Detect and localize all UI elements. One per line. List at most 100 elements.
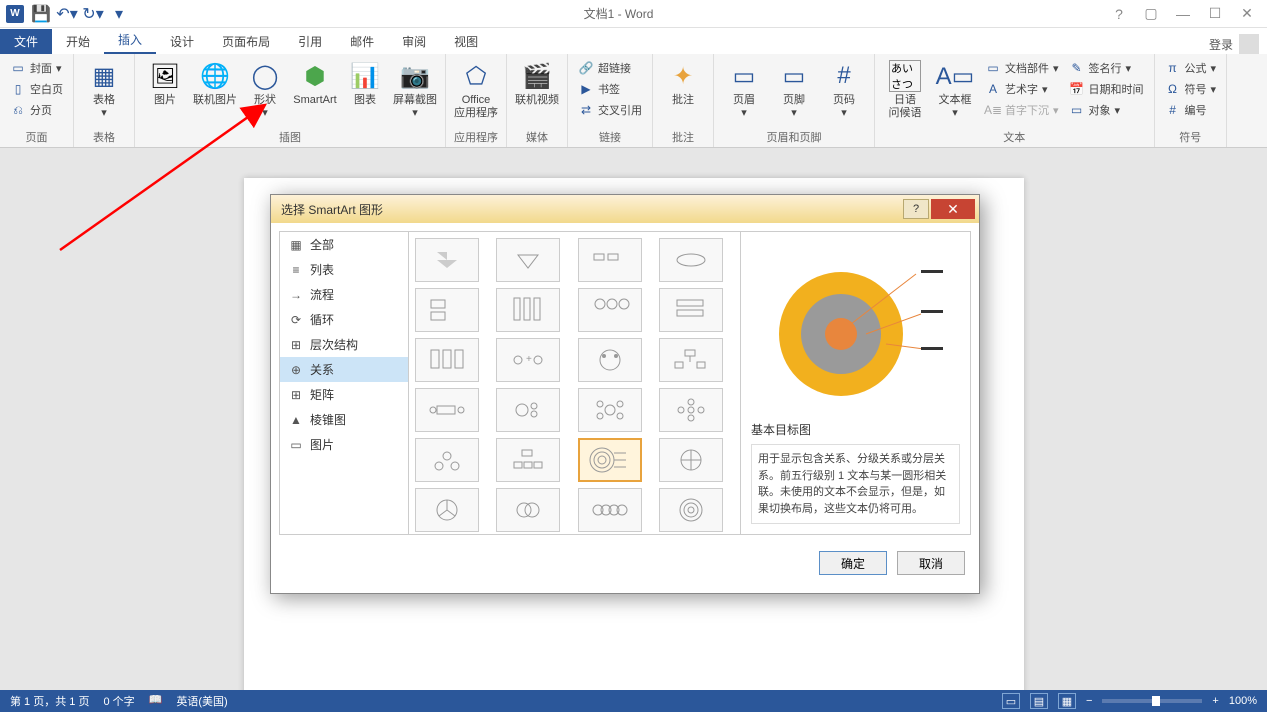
thumb[interactable] [659, 388, 723, 432]
dialog-help-button[interactable]: ? [903, 199, 929, 219]
thumb[interactable] [659, 338, 723, 382]
datetime-button[interactable]: 📅日期和时间 [1065, 79, 1148, 99]
chart-button[interactable]: 📊图表 [341, 58, 389, 109]
zoom-level[interactable]: 100% [1229, 695, 1257, 707]
thumb[interactable] [578, 338, 642, 382]
tab-design[interactable]: 设计 [156, 29, 208, 54]
cat-relationship[interactable]: ⊕关系 [280, 357, 408, 382]
cancel-button[interactable]: 取消 [897, 551, 965, 575]
thumb[interactable] [659, 238, 723, 282]
tab-review[interactable]: 审阅 [388, 29, 440, 54]
crossref-button[interactable]: ⇄交叉引用 [574, 100, 646, 120]
thumb[interactable] [496, 438, 560, 482]
save-icon[interactable]: 💾 [30, 3, 52, 25]
tab-file[interactable]: 文件 [0, 29, 52, 54]
thumb[interactable] [578, 488, 642, 532]
office-apps-button[interactable]: ⬠Office 应用程序 [452, 58, 500, 122]
hyperlink-button[interactable]: 🔗超链接 [574, 58, 646, 78]
cat-list[interactable]: ≡列表 [280, 257, 408, 282]
zoom-slider[interactable] [1102, 699, 1202, 703]
thumb[interactable] [659, 488, 723, 532]
tab-insert[interactable]: 插入 [104, 27, 156, 54]
number-button[interactable]: #编号 [1161, 100, 1221, 120]
equation-button[interactable]: π公式 ▾ [1161, 58, 1221, 78]
bookmark-button[interactable]: ▶书签 [574, 79, 646, 99]
footer-button[interactable]: ▭页脚▾ [770, 58, 818, 122]
screenshot-button[interactable]: 📷屏幕截图▾ [391, 58, 439, 122]
view-read-icon[interactable]: ▭ [1002, 693, 1020, 709]
redo-icon[interactable]: ↻▾ [82, 3, 104, 25]
view-print-icon[interactable]: ▤ [1030, 693, 1048, 709]
thumb[interactable] [415, 488, 479, 532]
thumb[interactable]: + [496, 338, 560, 382]
dropcap-button[interactable]: A≣首字下沉 ▾ [981, 100, 1063, 120]
pagenum-button[interactable]: #页码▾ [820, 58, 868, 122]
symbol-button[interactable]: Ω符号 ▾ [1161, 79, 1221, 99]
avatar-icon[interactable] [1239, 34, 1259, 54]
page-break-button[interactable]: ⎌分页 [6, 100, 67, 120]
tab-mailings[interactable]: 邮件 [336, 29, 388, 54]
close-icon[interactable]: ✕ [1235, 2, 1259, 26]
cat-matrix[interactable]: ⊞矩阵 [280, 382, 408, 407]
thumb[interactable] [415, 438, 479, 482]
cat-cycle[interactable]: ⟳循环 [280, 307, 408, 332]
ribbon-options-icon[interactable]: ▢ [1139, 2, 1163, 26]
header-button[interactable]: ▭页眉▾ [720, 58, 768, 122]
blank-page-button[interactable]: ▯空白页 [6, 79, 67, 99]
login-link[interactable]: 登录 [1209, 36, 1233, 53]
online-picture-button[interactable]: 🌐联机图片 [191, 58, 239, 109]
cat-picture[interactable]: ▭图片 [280, 432, 408, 457]
thumb[interactable] [578, 238, 642, 282]
thumb[interactable] [415, 388, 479, 432]
thumb[interactable] [496, 238, 560, 282]
minimize-icon[interactable]: — [1171, 2, 1195, 26]
ok-button[interactable]: 确定 [819, 551, 887, 575]
cat-process[interactable]: →流程 [280, 282, 408, 307]
wordart-button[interactable]: A艺术字 ▾ [981, 79, 1063, 99]
online-video-button[interactable]: 🎬联机视频 [513, 58, 561, 109]
status-lang[interactable]: 英语(美国) [176, 693, 227, 709]
tab-home[interactable]: 开始 [52, 29, 104, 54]
cover-page-button[interactable]: ▭封面 ▾ [6, 58, 67, 78]
thumb[interactable] [415, 338, 479, 382]
status-proof-icon[interactable]: 📖 [149, 693, 163, 709]
tab-layout[interactable]: 页面布局 [208, 29, 284, 54]
thumb-basic-target[interactable] [578, 438, 642, 482]
table-button[interactable]: ▦表格▾ [80, 58, 128, 122]
maximize-icon[interactable]: ☐ [1203, 2, 1227, 26]
smartart-gallery[interactable]: + [409, 231, 741, 535]
thumb[interactable] [578, 288, 642, 332]
cat-all[interactable]: ▦全部 [280, 232, 408, 257]
shapes-button[interactable]: ◯形状▾ [241, 58, 289, 122]
tab-references[interactable]: 引用 [284, 29, 336, 54]
dialog-close-button[interactable]: ✕ [931, 199, 975, 219]
cat-pyramid[interactable]: ▲棱锥图 [280, 407, 408, 432]
preview-pane: 基本目标图 用于显示包含关系、分级关系或分层关系。前五行级别 1 文本与某一圆形… [741, 231, 971, 535]
view-web-icon[interactable]: ▦ [1058, 693, 1076, 709]
qat-customize-icon[interactable]: ▾ [108, 3, 130, 25]
zoom-in-icon[interactable]: + [1212, 695, 1218, 707]
tab-view[interactable]: 视图 [440, 29, 492, 54]
thumb[interactable] [659, 438, 723, 482]
cat-hierarchy[interactable]: ⊞层次结构 [280, 332, 408, 357]
thumb[interactable] [496, 288, 560, 332]
status-page[interactable]: 第 1 页，共 1 页 [10, 693, 89, 709]
help-icon[interactable]: ? [1107, 2, 1131, 26]
thumb[interactable] [496, 488, 560, 532]
object-button[interactable]: ▭对象 ▾ [1065, 100, 1148, 120]
doc-parts-button[interactable]: ▭文档部件 ▾ [981, 58, 1063, 78]
thumb[interactable] [415, 238, 479, 282]
sigline-button[interactable]: ✎签名行 ▾ [1065, 58, 1148, 78]
thumb[interactable] [659, 288, 723, 332]
textbox-button[interactable]: A▭文本框▾ [931, 58, 979, 122]
status-words[interactable]: 0 个字 [103, 693, 134, 709]
thumb[interactable] [578, 388, 642, 432]
thumb[interactable] [415, 288, 479, 332]
comment-button[interactable]: ✦批注 [659, 58, 707, 109]
zoom-out-icon[interactable]: − [1086, 695, 1092, 707]
undo-icon[interactable]: ↶▾ [56, 3, 78, 25]
picture-button[interactable]: 🖼图片 [141, 58, 189, 109]
smartart-button[interactable]: ⬢SmartArt [291, 58, 339, 109]
thumb[interactable] [496, 388, 560, 432]
jp-greeting-button[interactable]: あいさつ日语 问候语 [881, 58, 929, 122]
